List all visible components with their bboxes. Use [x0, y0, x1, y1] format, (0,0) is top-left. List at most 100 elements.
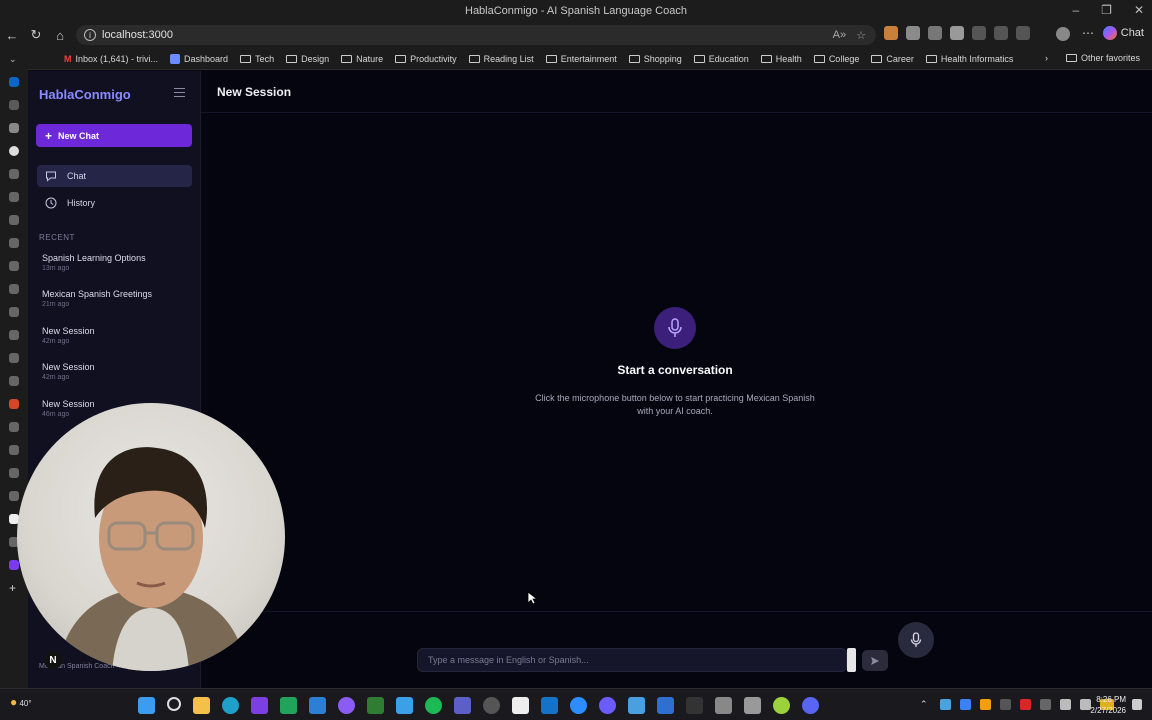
store-icon[interactable]	[512, 697, 529, 714]
record-button[interactable]	[898, 622, 934, 658]
tray-app-icon[interactable]	[980, 699, 991, 710]
webcam-badge[interactable]: N	[44, 651, 62, 669]
tab-icon[interactable]	[9, 560, 19, 570]
bookmark-inbox[interactable]: M Inbox (1,641) - trivi...	[64, 54, 158, 64]
recent-session-item[interactable]: New Session 42m ago	[42, 326, 192, 345]
menu-icon[interactable]	[174, 88, 185, 97]
tab-icon[interactable]	[9, 238, 19, 248]
extension-icon[interactable]	[928, 26, 942, 40]
nav-item-history[interactable]: History	[37, 192, 192, 214]
app-icon[interactable]	[744, 697, 761, 714]
extension-icon[interactable]	[884, 26, 898, 40]
recent-session-item[interactable]: Mexican Spanish Greetings 21m ago	[42, 289, 192, 308]
favorites-icon[interactable]	[1016, 26, 1030, 40]
tab-icon[interactable]	[9, 445, 19, 455]
app-icon[interactable]	[715, 697, 732, 714]
tray-mic-icon[interactable]	[1020, 699, 1031, 710]
file-explorer-icon[interactable]	[193, 697, 210, 714]
search-icon[interactable]	[167, 697, 181, 711]
notes-icon[interactable]	[396, 697, 413, 714]
tab-icon[interactable]	[9, 123, 19, 133]
brand-logo[interactable]: HablaConmigo	[39, 87, 131, 102]
tab-icon[interactable]	[9, 376, 19, 386]
send-button[interactable]	[862, 650, 888, 671]
clock[interactable]: 8:26 PM 2/27/2026	[1082, 694, 1126, 716]
spotify-icon[interactable]	[425, 697, 442, 714]
discord-icon[interactable]	[802, 697, 819, 714]
tab-icon[interactable]	[9, 399, 19, 409]
bookmark-folder[interactable]: Education	[693, 54, 749, 64]
tray-chevron-icon[interactable]: ⌃	[920, 699, 931, 710]
tab-icon[interactable]	[9, 215, 19, 225]
tab-icon[interactable]	[9, 169, 19, 179]
bookmark-folder[interactable]: Health Informatics	[925, 54, 1013, 64]
extension-icon[interactable]	[950, 26, 964, 40]
tray-app-icon[interactable]	[1000, 699, 1011, 710]
minimize-icon[interactable]: –	[1072, 3, 1079, 17]
split-screen-icon[interactable]	[994, 26, 1008, 40]
message-input[interactable]	[417, 648, 847, 672]
read-aloud-icon[interactable]: A»	[833, 29, 846, 42]
tab-icon[interactable]	[9, 422, 19, 432]
new-tab-icon[interactable]: +	[9, 582, 19, 594]
back-icon[interactable]: ←	[0, 28, 24, 43]
tab-icon[interactable]	[9, 77, 19, 87]
nav-item-chat[interactable]: Chat	[37, 165, 192, 187]
restore-icon[interactable]: ❐	[1101, 3, 1112, 17]
weather-widget[interactable]: ● 40°	[10, 695, 32, 709]
tab-icon[interactable]	[9, 261, 19, 271]
bookmark-folder[interactable]: Shopping	[628, 54, 682, 64]
tab-icon[interactable]	[9, 192, 19, 202]
site-info-icon[interactable]: i	[84, 29, 96, 41]
recent-session-item[interactable]: New Session 42m ago	[42, 362, 192, 381]
media-player-icon[interactable]	[483, 697, 500, 714]
bookmark-folder[interactable]: College	[813, 54, 859, 64]
tab-icon[interactable]	[9, 491, 19, 501]
bookmark-folder[interactable]: Nature	[341, 54, 383, 64]
terminal-icon[interactable]	[686, 697, 703, 714]
github-icon[interactable]	[9, 146, 19, 156]
profile-avatar[interactable]	[1056, 27, 1070, 41]
puzzle-icon[interactable]	[972, 26, 986, 40]
other-favorites[interactable]: › Other favorites	[1045, 53, 1140, 63]
app-icon[interactable]	[773, 697, 790, 714]
tab-icon[interactable]	[9, 468, 19, 478]
app-icon[interactable]	[251, 697, 268, 714]
outlook-icon[interactable]	[541, 697, 558, 714]
textarea-scrollbar[interactable]	[847, 648, 856, 672]
new-chat-button[interactable]: + New Chat	[36, 124, 192, 147]
windows-start-icon[interactable]	[138, 697, 155, 714]
address-bar[interactable]: i localhost:3000 A» ☆	[76, 25, 876, 45]
vscode-icon[interactable]	[280, 697, 297, 714]
tab-icon[interactable]	[9, 307, 19, 317]
zoom-icon[interactable]	[570, 697, 587, 714]
tab-icon[interactable]	[9, 330, 19, 340]
refresh-icon[interactable]: ↻	[24, 27, 48, 43]
wifi-icon[interactable]	[1060, 699, 1071, 710]
bookmark-folder[interactable]: Productivity	[395, 54, 457, 64]
bookmark-folder[interactable]: Career	[871, 54, 914, 64]
close-icon[interactable]: ✕	[1134, 3, 1144, 17]
bookmark-dashboard[interactable]: Dashboard	[170, 53, 228, 64]
bookmark-folder[interactable]: Health	[760, 54, 802, 64]
photos-icon[interactable]	[628, 697, 645, 714]
chevron-right-icon[interactable]: ›	[1045, 53, 1048, 63]
tab-icon[interactable]	[9, 353, 19, 363]
app-icon[interactable]	[367, 697, 384, 714]
chat-app-icon[interactable]	[599, 697, 616, 714]
bookmark-folder[interactable]: Design	[286, 54, 329, 64]
onedrive-icon[interactable]	[960, 699, 971, 710]
notification-icon[interactable]	[1132, 699, 1142, 710]
more-icon[interactable]: ⋯	[1082, 26, 1094, 40]
github-desktop-icon[interactable]	[338, 697, 355, 714]
tray-app-icon[interactable]	[1040, 699, 1051, 710]
bookmark-folder[interactable]: Reading List	[468, 54, 534, 64]
collapse-icon[interactable]: ⌄	[9, 54, 19, 64]
home-icon[interactable]: ⌂	[48, 28, 72, 43]
recent-session-item[interactable]: Spanish Learning Options 13m ago	[42, 253, 192, 272]
bookmark-folder[interactable]: Entertainment	[545, 54, 617, 64]
copilot-chat-button[interactable]: Chat	[1102, 26, 1144, 40]
shield-icon[interactable]	[906, 26, 920, 40]
favorite-star-icon[interactable]: ☆	[856, 29, 866, 42]
bookmark-folder[interactable]: Tech	[240, 54, 274, 64]
